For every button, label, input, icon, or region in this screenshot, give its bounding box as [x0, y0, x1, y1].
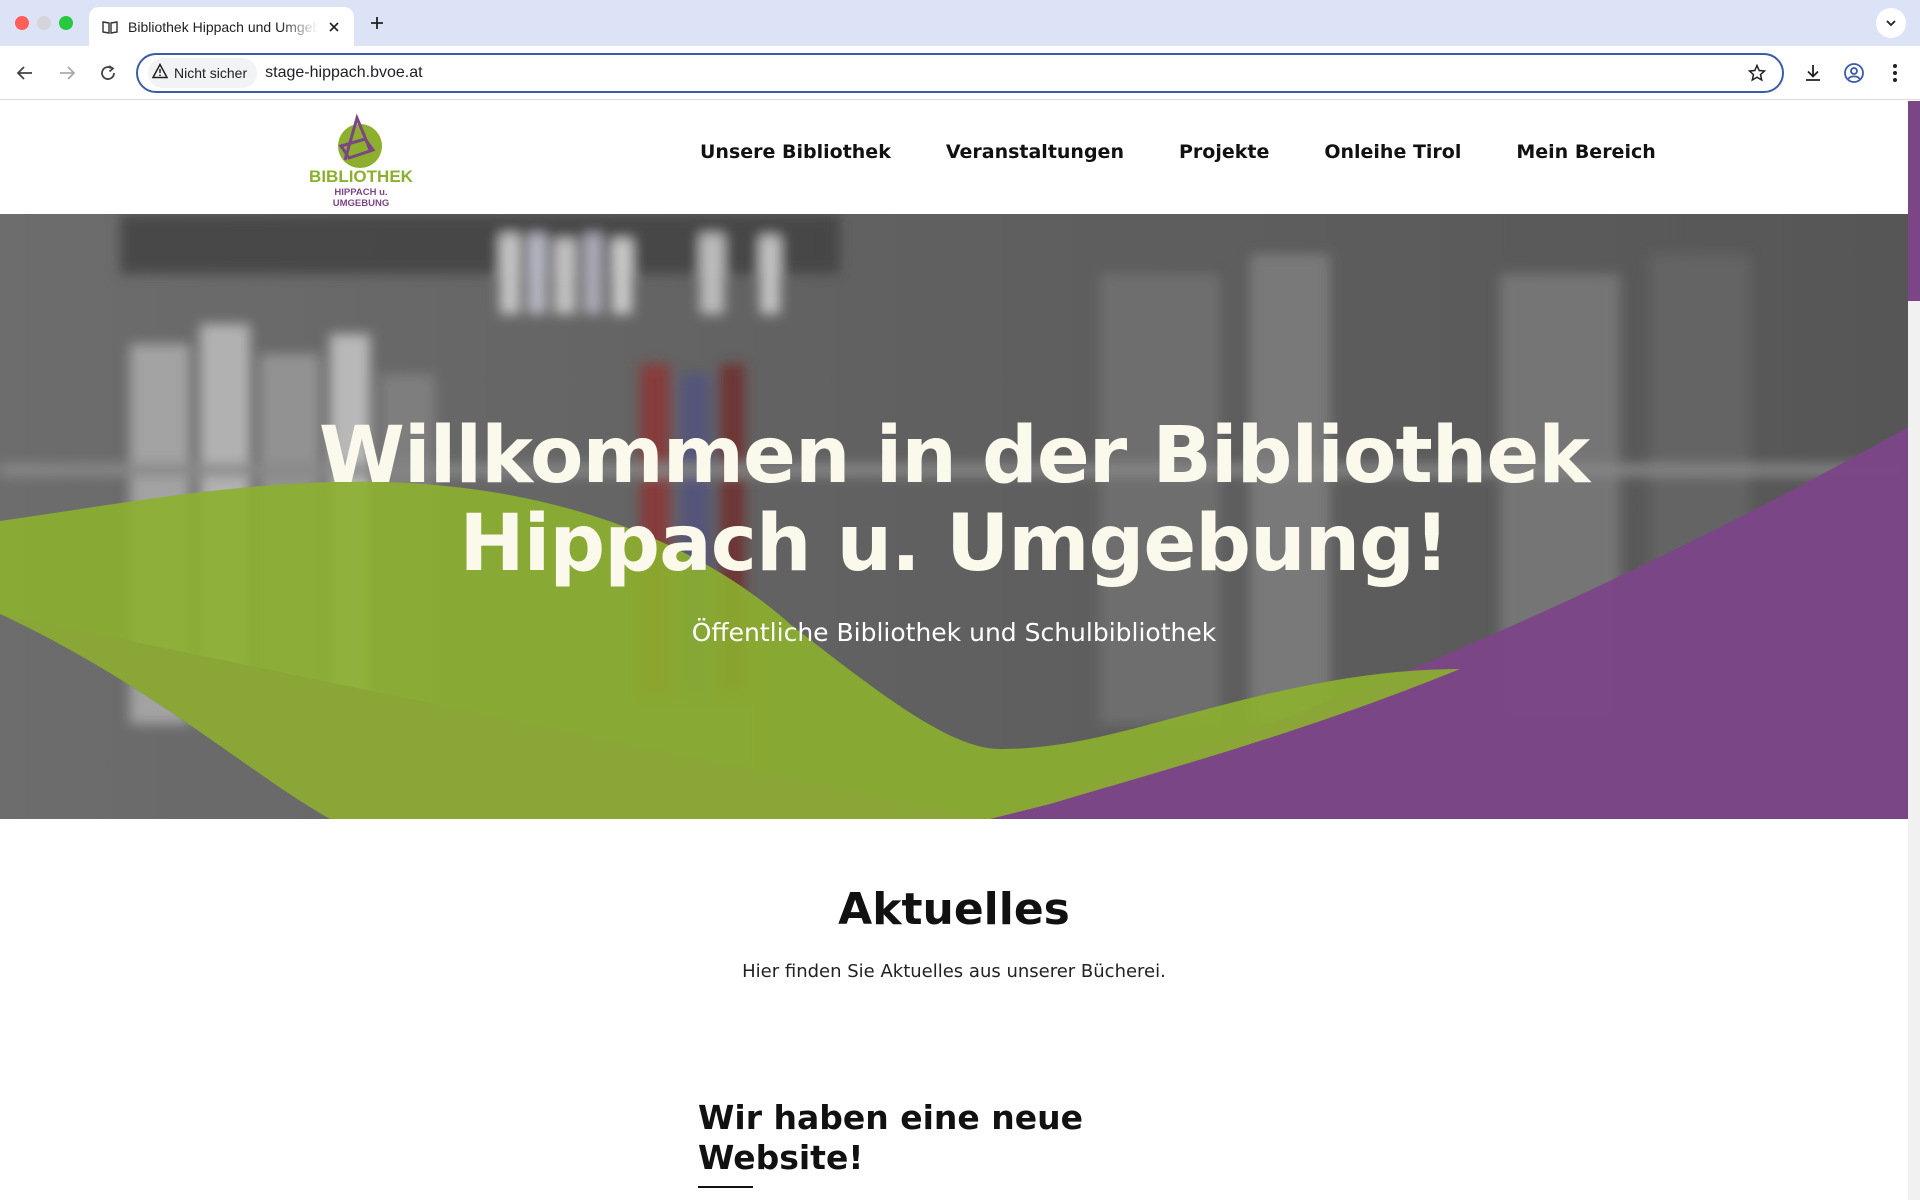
window-close-button[interactable] [15, 16, 29, 30]
post-divider [698, 1186, 753, 1188]
nav-item-mein-bereich[interactable]: Mein Bereich [1516, 141, 1655, 163]
nav-item-unsere-bibliothek[interactable]: Unsere Bibliothek [700, 141, 891, 163]
news-intro: Hier finden Sie Aktuelles aus unserer Bü… [742, 961, 1166, 982]
hero-subtitle: Öffentliche Bibliothek und Schulbiblioth… [691, 618, 1217, 647]
menu-kebab-icon[interactable] [1880, 58, 1910, 88]
tab-title: Bibliothek Hippach und Umgebung [128, 18, 318, 35]
browser-toolbar: Nicht sicher stage-hippach.bvoe.at [0, 46, 1920, 100]
news-post-title[interactable]: Wir haben eine neue Website! [698, 1098, 1118, 1178]
forward-button[interactable] [52, 58, 82, 88]
tab-search-button[interactable] [1876, 8, 1906, 38]
nav-item-onleihe-tirol[interactable]: Onleihe Tirol [1324, 141, 1461, 163]
main-navigation: Unsere Bibliothek Veranstaltungen Projek… [700, 141, 1656, 163]
reload-icon [101, 65, 115, 80]
browser-tab-bar: Bibliothek Hippach und Umgebung [0, 0, 1920, 46]
logo-text-sub: HIPPACH u. UMGEBUNG [332, 187, 390, 209]
profile-icon[interactable] [1839, 58, 1869, 88]
nav-item-veranstaltungen[interactable]: Veranstaltungen [946, 141, 1124, 163]
nav-item-projekte[interactable]: Projekte [1179, 141, 1269, 163]
hero-title: Willkommen in der Bibliothek Hippach u. … [0, 412, 1908, 588]
book-icon [101, 18, 119, 36]
new-tab-button[interactable] [366, 12, 388, 34]
logo-text-main: BIBLIOTHEK [309, 167, 413, 186]
library-logo[interactable]: BIBLIOTHEK HIPPACH u. UMGEBUNG [305, 112, 417, 209]
site-header: BIBLIOTHEK HIPPACH u. UMGEBUNG Unsere Bi… [0, 101, 1908, 214]
reload-button[interactable] [93, 58, 123, 88]
page-scrollbar[interactable] [1908, 101, 1920, 1200]
security-chip[interactable]: Nicht sicher [148, 58, 258, 88]
back-button[interactable] [10, 58, 40, 88]
url-text[interactable]: stage-hippach.bvoe.at [265, 64, 422, 82]
window-zoom-button[interactable] [59, 16, 73, 30]
close-icon[interactable] [324, 17, 344, 37]
security-label: Nicht sicher [174, 65, 248, 81]
chevron-down-icon [1886, 20, 1896, 27]
logo-mark-icon [338, 113, 382, 168]
address-bar[interactable]: Nicht sicher stage-hippach.bvoe.at [136, 53, 1784, 93]
arrow-right-icon [60, 66, 76, 80]
browser-tab-active[interactable]: Bibliothek Hippach und Umgebung [89, 7, 354, 46]
hero-title-line-2: Hippach u. Umgebung! [459, 499, 1449, 589]
web-page: BIBLIOTHEK HIPPACH u. UMGEBUNG Unsere Bi… [0, 101, 1920, 1200]
window-minimize-button[interactable] [37, 16, 51, 30]
plus-icon [371, 17, 383, 29]
star-icon[interactable] [1746, 62, 1768, 84]
hero-banner: Willkommen in der Bibliothek Hippach u. … [0, 214, 1908, 819]
scrollbar-thumb[interactable] [1908, 101, 1920, 301]
download-icon[interactable] [1798, 58, 1828, 88]
warning-icon [151, 62, 169, 83]
news-heading: Aktuelles [838, 884, 1070, 935]
hero-title-line-1: Willkommen in der Bibliothek [318, 411, 1590, 501]
arrow-left-icon [16, 66, 32, 80]
